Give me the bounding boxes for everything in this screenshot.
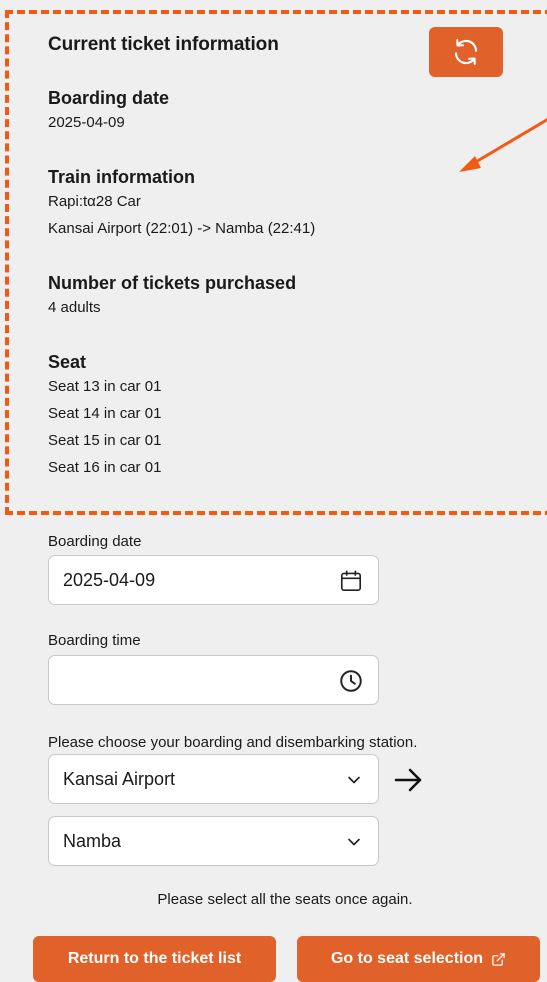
train-name: Rapi:tα28 Car [48, 193, 141, 210]
chevron-down-icon [348, 838, 360, 846]
seat-item: Seat 13 in car 01 [48, 378, 162, 395]
train-route: Kansai Airport (22:01) -> Namba (22:41) [48, 220, 316, 237]
from-station-value: Kansai Airport [63, 768, 176, 789]
to-station-value: Namba [63, 830, 122, 851]
seat-section: Seat Seat 13 in car 01 Seat 14 in car 01… [48, 352, 518, 481]
go-to-seat-selection-button[interactable]: Go to seat selection [297, 936, 540, 982]
boarding-date-heading: Boarding date [48, 88, 170, 108]
boarding-date-label: Boarding date [48, 533, 142, 550]
seat-item: Seat 15 in car 01 [48, 432, 162, 449]
clock-icon[interactable] [338, 668, 364, 694]
chevron-down-icon [348, 776, 360, 784]
seat-item: Seat 16 in car 01 [48, 459, 162, 476]
external-link-icon [492, 952, 505, 966]
from-station-select[interactable]: Kansai Airport [48, 754, 379, 804]
boarding-date-input-value: 2025-04-09 [63, 569, 156, 590]
arrow-right-icon [394, 768, 422, 792]
train-info-heading: Train information [48, 167, 196, 187]
train-info-section: Train information Rapi:tα28 Car Kansai A… [48, 167, 518, 242]
reselect-hint: Please select all the seats once again. [157, 891, 413, 908]
page: Current ticket information Boarding date… [0, 0, 547, 982]
station-prompt: Please choose your boarding and disembar… [48, 734, 418, 751]
tickets-section: Number of tickets purchased 4 adults [48, 273, 518, 321]
return-button-label: Return to the ticket list [67, 950, 242, 967]
calendar-icon[interactable] [338, 568, 364, 594]
boarding-date-input[interactable]: 2025-04-09 [48, 555, 379, 605]
boarding-time-input[interactable] [48, 655, 379, 705]
tickets-count: 4 adults [48, 299, 101, 316]
seat-item: Seat 14 in car 01 [48, 405, 162, 422]
refresh-button[interactable] [429, 27, 503, 77]
boarding-date-section: Boarding date 2025-04-09 [48, 88, 518, 136]
seat-heading: Seat [48, 352, 87, 372]
seat-selection-button-label: Go to seat selection [330, 950, 484, 967]
refresh-icon [454, 39, 478, 65]
tickets-heading: Number of tickets purchased [48, 273, 297, 293]
boarding-date-value: 2025-04-09 [48, 114, 125, 131]
to-station-select[interactable]: Namba [48, 816, 379, 866]
return-to-ticket-list-button[interactable]: Return to the ticket list [33, 936, 276, 982]
boarding-time-label: Boarding time [48, 632, 141, 649]
